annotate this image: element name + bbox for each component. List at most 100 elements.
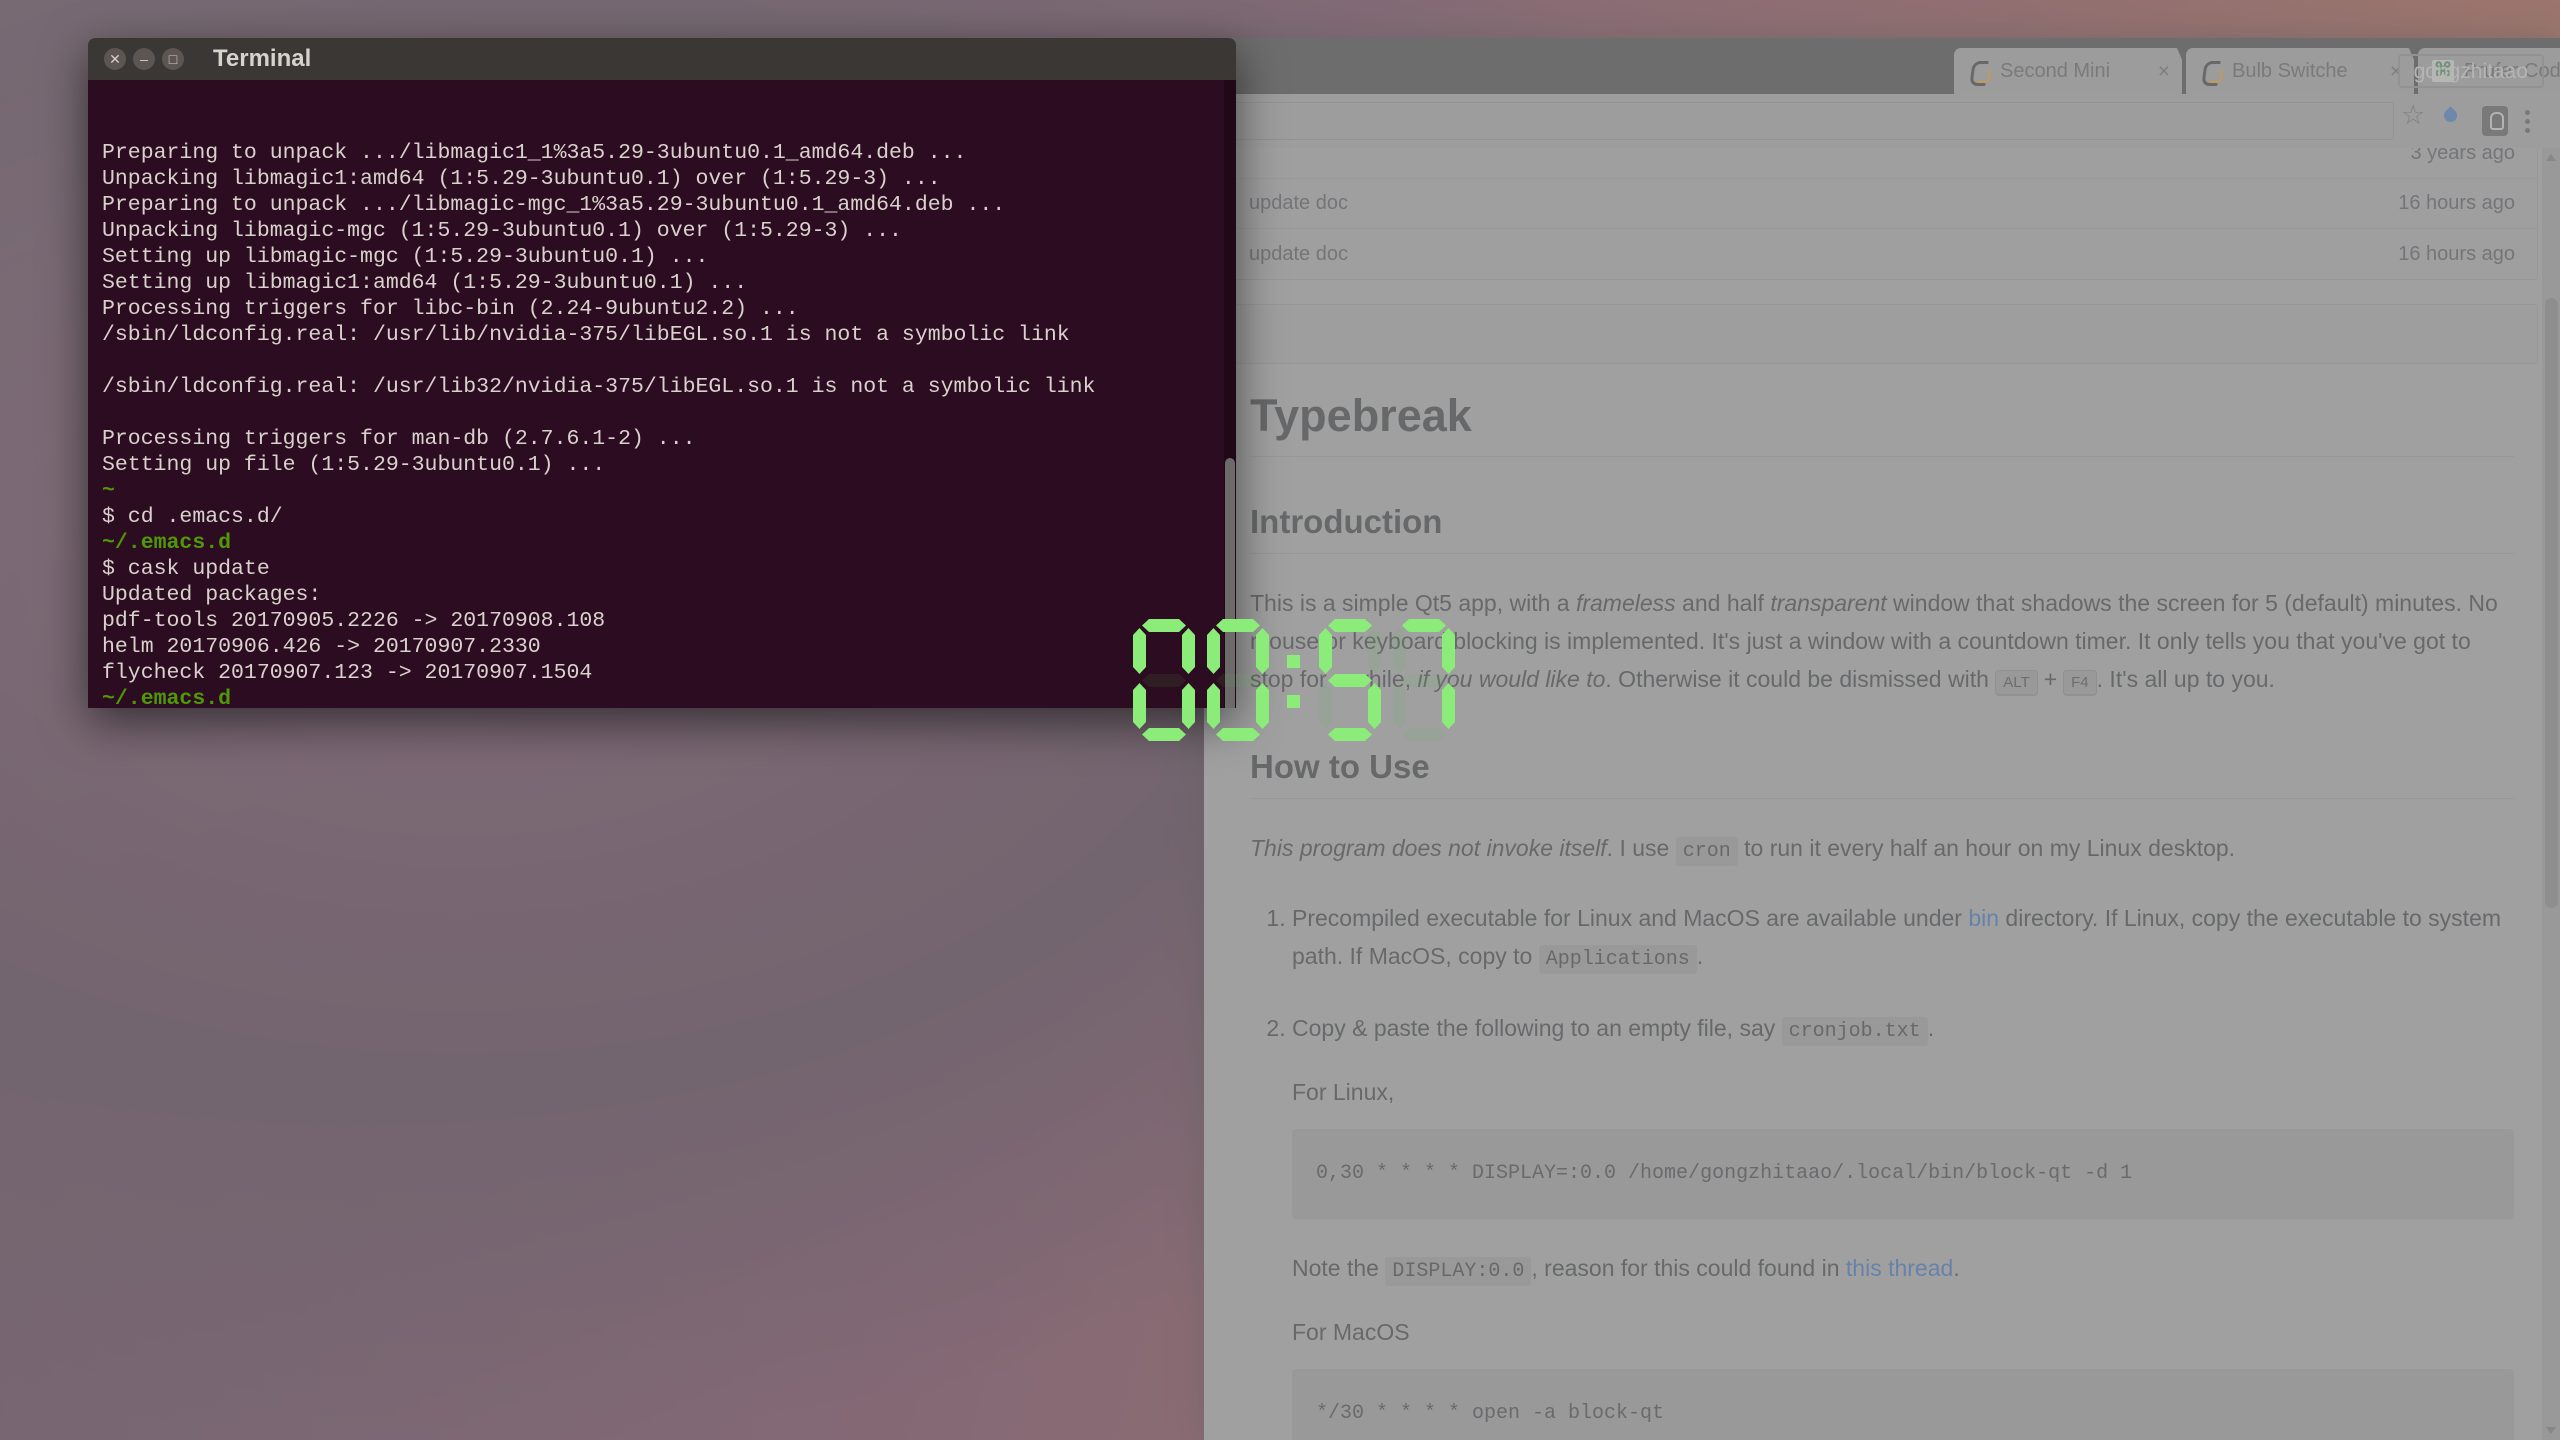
terminal-scrollbar-thumb xyxy=(1225,458,1235,708)
intro-text-d: . Otherwise it could be dismissed with xyxy=(1605,666,1995,692)
intro-paragraph: This is a simple Qt5 app, with a framele… xyxy=(1250,584,2514,702)
terminal-line: /sbin/ldconfig.real: /usr/lib32/nvidia-3… xyxy=(102,374,1236,400)
intro-em-transparent: transparent xyxy=(1770,590,1886,616)
terminal-title-label: Terminal xyxy=(213,45,311,73)
this-thread-link[interactable]: this thread xyxy=(1846,1255,1953,1281)
repo-file-table: update doc16 hours ago3 years agoupdate … xyxy=(1226,148,2538,280)
step1-text-a: Precompiled executable for Linux and Mac… xyxy=(1292,905,1968,931)
commit-age: 16 hours ago xyxy=(2398,192,2515,215)
readme-container xyxy=(1226,304,2538,364)
browser-toolbar xyxy=(1204,94,2560,148)
terminal-line xyxy=(102,400,1236,426)
close-button[interactable]: ✕ xyxy=(104,48,126,70)
terminal-line: ~/.emacs.d xyxy=(102,686,1236,708)
display-note: Note the DISPLAY:0.0, reason for this co… xyxy=(1292,1249,2514,1291)
code-display: DISPLAY:0.0 xyxy=(1385,1257,1531,1286)
commit-age: 3 years ago xyxy=(2410,148,2515,165)
chrome-menu-icon[interactable] xyxy=(2508,102,2546,140)
leetcode-icon xyxy=(2200,60,2222,82)
terminal-line: /sbin/ldconfig.real: /usr/lib/nvidia-375… xyxy=(102,322,1236,348)
browser-tab-strip: Second Mini×Bulb Switche×⌘Prufer Code×4S… xyxy=(1204,38,2560,94)
terminal-line: ~/.emacs.d xyxy=(102,530,1236,556)
code-applications: Applications xyxy=(1539,945,1697,974)
table-row[interactable]: 3 years ago xyxy=(1227,148,2537,179)
note-text-c: . xyxy=(1953,1255,1959,1281)
commit-age: 16 hours ago xyxy=(2398,243,2515,266)
terminal-line: Processing triggers for man-db (2.7.6.1-… xyxy=(102,426,1236,452)
terminal-line: Preparing to unpack .../libmagic1_1%3a5.… xyxy=(102,140,1236,166)
step2-text-a: Copy & paste the following to an empty f… xyxy=(1292,1015,1782,1041)
pocket-extension-icon[interactable] xyxy=(2470,102,2508,140)
terminal-line: Preparing to unpack .../libmagic-mgc_1%3… xyxy=(102,192,1236,218)
maximize-button[interactable]: □ xyxy=(162,48,184,70)
terminal-line: ~ xyxy=(102,478,1236,504)
minimize-button[interactable]: – xyxy=(133,48,155,70)
terminal-line: Unpacking libmagic1:amd64 (1:5.29-3ubunt… xyxy=(102,166,1236,192)
terminal-line: flycheck 20170907.123 -> 20170907.1504 xyxy=(102,660,1236,686)
web-page-viewport: update doc16 hours ago3 years agoupdate … xyxy=(1204,148,2560,1440)
scrollbar-thumb[interactable] xyxy=(2545,298,2558,908)
tab-label: Second Mini xyxy=(2000,60,2148,83)
kbd-plus: + xyxy=(2038,666,2063,692)
leetcode-icon xyxy=(1968,60,1990,82)
terminal-line: pdf-tools 20170905.2226 -> 20170908.108 xyxy=(102,608,1236,634)
browser-tab-1[interactable]: Second Mini× xyxy=(1954,48,2182,94)
table-row[interactable]: update doc16 hours ago xyxy=(1227,229,2537,279)
howto-em: This program does not invoke itself xyxy=(1250,835,1607,861)
tab-close-icon[interactable]: × xyxy=(2152,61,2176,82)
intro-em-ifyouwould: if you would like to xyxy=(1417,666,1605,692)
terminal-line: Setting up libmagic-mgc (1:5.29-3ubuntu0… xyxy=(102,244,1236,270)
intro-text-a: This is a simple Qt5 app, with a xyxy=(1250,590,1576,616)
macos-cron-code-block: */30 * * * * open -a block-qt xyxy=(1292,1369,2514,1440)
terminal-line: helm 20170906.426 -> 20170907.2330 xyxy=(102,634,1236,660)
note-text-b: , reason for this could found in xyxy=(1531,1255,1846,1281)
terminal-line: Updated packages: xyxy=(102,582,1236,608)
terminal-titlebar[interactable]: ✕ – □ Terminal xyxy=(88,38,1236,80)
howto-text-a: . I use xyxy=(1607,835,1676,861)
intro-em-frameless: frameless xyxy=(1576,590,1676,616)
for-macos-label: For MacOS xyxy=(1292,1313,2514,1351)
code-cronjob-txt: cronjob.txt xyxy=(1782,1017,1928,1046)
commit-message: update doc xyxy=(1249,243,2398,266)
list-item: Copy & paste the following to an empty f… xyxy=(1292,1009,2514,1440)
note-text-a: Note the xyxy=(1292,1255,1385,1281)
heading-how-to-use: How to Use xyxy=(1250,748,2514,799)
bin-directory-link[interactable]: bin xyxy=(1968,905,1999,931)
drop-extension-icon[interactable] xyxy=(2432,102,2470,140)
step1-text-c: . xyxy=(1697,943,1703,969)
howto-text-b: to run it every half an hour on my Linux… xyxy=(1738,835,2235,861)
howto-steps-list: Precompiled executable for Linux and Mac… xyxy=(1292,899,2514,1440)
scroll-up-arrow-icon[interactable] xyxy=(2546,154,2556,161)
list-item: Precompiled executable for Linux and Mac… xyxy=(1292,899,2514,979)
for-linux-label: For Linux, xyxy=(1292,1073,2514,1111)
terminal-window: ✕ – □ Terminal Preparing to unpack .../l… xyxy=(88,38,1236,708)
intro-text-e: . It's all up to you. xyxy=(2097,666,2275,692)
readme-article: Typebreak Introduction This is a simple … xyxy=(1204,364,2560,1440)
intro-text-b: and half xyxy=(1676,590,1771,616)
terminal-scrollbar[interactable] xyxy=(1224,80,1236,708)
terminal-line: Setting up libmagic1:amd64 (1:5.29-3ubun… xyxy=(102,270,1236,296)
terminal-line: Setting up file (1:5.29-3ubuntu0.1) ... xyxy=(102,452,1236,478)
kbd-f4: F4 xyxy=(2063,670,2097,696)
terminal-line: $ cd .emacs.d/ xyxy=(102,504,1236,530)
kbd-alt: ALT xyxy=(1995,670,2037,696)
terminal-line: Unpacking libmagic-mgc (1:5.29-3ubuntu0.… xyxy=(102,218,1236,244)
commit-message: update doc xyxy=(1249,192,2398,215)
profile-chip[interactable]: gongzhitaao xyxy=(2398,54,2544,88)
howto-paragraph: This program does not invoke itself. I u… xyxy=(1250,829,2514,871)
table-row[interactable]: update doc16 hours ago xyxy=(1227,179,2537,229)
page-title: Typebreak xyxy=(1250,364,2514,457)
chrome-browser-window: Second Mini×Bulb Switche×⌘Prufer Code×4S… xyxy=(1204,38,2560,1440)
terminal-line: Processing triggers for libc-bin (2.24-9… xyxy=(102,296,1236,322)
browser-tab-2[interactable]: Bulb Switche× xyxy=(2186,48,2414,94)
scroll-down-arrow-icon[interactable] xyxy=(2546,1427,2556,1434)
tab-label: Bulb Switche xyxy=(2232,60,2380,83)
bookmark-star-icon[interactable] xyxy=(2394,102,2432,140)
heading-introduction: Introduction xyxy=(1250,503,2514,554)
terminal-output[interactable]: Preparing to unpack .../libmagic1_1%3a5.… xyxy=(88,80,1236,708)
step2-text-b: . xyxy=(1928,1015,1934,1041)
readme-header xyxy=(1227,305,2537,363)
page-scrollbar[interactable] xyxy=(2542,148,2560,1440)
code-cron: cron xyxy=(1676,837,1738,866)
address-bar[interactable] xyxy=(1218,102,2394,140)
